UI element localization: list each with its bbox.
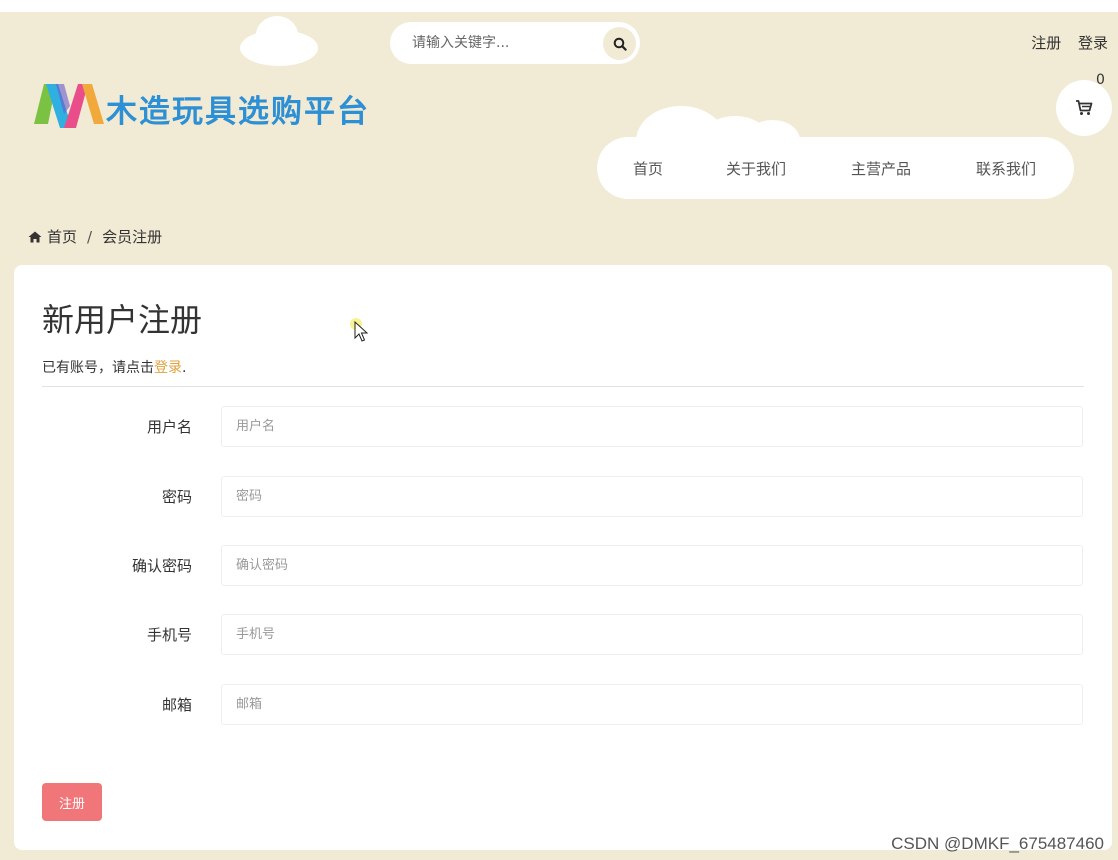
login-prompt-text: 已有账号，请点击 xyxy=(42,360,154,376)
top-strip xyxy=(0,0,1118,12)
breadcrumb-home[interactable]: 首页 xyxy=(47,226,77,247)
username-row: 用户名 xyxy=(14,406,1112,448)
confirm-password-input[interactable] xyxy=(221,545,1083,586)
breadcrumb: 首页 / 会员注册 xyxy=(28,226,162,247)
login-prompt-link[interactable]: 登录 xyxy=(154,360,182,376)
breadcrumb-current: 会员注册 xyxy=(102,228,163,246)
email-label: 邮箱 xyxy=(161,696,192,714)
register-submit-button[interactable]: 注册 xyxy=(42,783,102,821)
mouse-cursor-icon xyxy=(350,318,369,342)
nav-item-products[interactable]: 主营产品 xyxy=(851,158,976,179)
password-input[interactable] xyxy=(221,476,1083,517)
page-title: 新用户注册 xyxy=(42,301,203,339)
logo-text: 木造玩具选购平台 xyxy=(106,93,370,130)
breadcrumb-separator: / xyxy=(87,227,93,246)
phone-row: 手机号 xyxy=(14,614,1112,656)
divider xyxy=(42,386,1084,387)
home-icon xyxy=(28,231,42,242)
password-label: 密码 xyxy=(161,488,192,506)
search-box xyxy=(390,22,640,64)
username-input[interactable] xyxy=(221,406,1083,447)
confirm-password-label: 确认密码 xyxy=(131,557,192,575)
cart-button[interactable] xyxy=(1056,80,1112,136)
phone-label: 手机号 xyxy=(146,626,192,644)
nav-item-contact[interactable]: 联系我们 xyxy=(976,158,1036,179)
username-label: 用户名 xyxy=(146,418,192,436)
cart-icon xyxy=(1076,100,1093,115)
watermark: CSDN @DMKF_675487460 xyxy=(891,834,1104,853)
nav-item-about[interactable]: 关于我们 xyxy=(726,158,851,179)
email-input[interactable] xyxy=(221,684,1083,725)
logo-m-icon xyxy=(34,84,104,128)
login-prompt-suffix: . xyxy=(182,360,187,376)
nav-item-home[interactable]: 首页 xyxy=(633,158,726,179)
email-row: 邮箱 xyxy=(14,684,1112,726)
register-link[interactable]: 注册 xyxy=(1031,34,1061,52)
login-prompt: 已有账号，请点击登录. xyxy=(42,357,186,377)
password-row: 密码 xyxy=(14,476,1112,518)
phone-input[interactable] xyxy=(221,614,1083,655)
search-button[interactable] xyxy=(603,27,636,60)
login-link[interactable]: 登录 xyxy=(1078,34,1108,52)
main-nav: 首页 关于我们 主营产品 联系我们 xyxy=(597,137,1074,199)
site-logo[interactable]: 木造玩具选购平台 xyxy=(34,84,370,132)
register-panel: 新用户注册 已有账号，请点击登录. 用户名 密码 确认密码 手机号 邮箱 注册 xyxy=(14,265,1112,850)
top-links: 注册 登录 xyxy=(1019,32,1108,53)
search-icon xyxy=(613,37,627,51)
confirm-password-row: 确认密码 xyxy=(14,545,1112,587)
search-input[interactable] xyxy=(410,34,594,52)
